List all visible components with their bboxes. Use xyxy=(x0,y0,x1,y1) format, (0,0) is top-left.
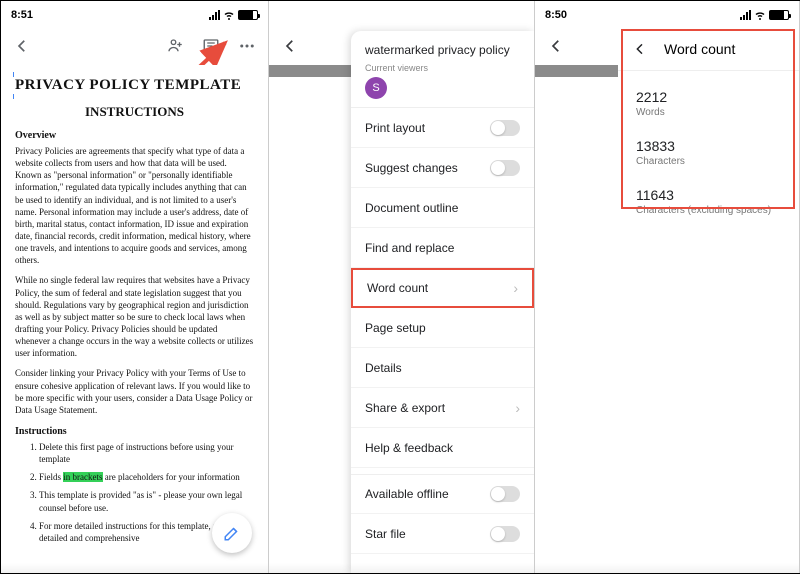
back-icon[interactable] xyxy=(281,37,299,55)
menu-page-setup[interactable]: Page setup xyxy=(351,308,534,348)
word-count-panel: Word count 2212 Words 13833 Characters 1… xyxy=(618,27,799,573)
bottom-sheet: watermarked privacy policy Current viewe… xyxy=(351,31,534,573)
wifi-icon xyxy=(223,9,235,21)
clock: 8:50 xyxy=(545,9,567,21)
wc-characters: 13833 Characters xyxy=(618,128,799,177)
clock: 8:51 xyxy=(11,9,33,21)
menu-document-outline[interactable]: Document outline xyxy=(351,188,534,228)
comment-icon[interactable] xyxy=(202,37,220,55)
doc-subtitle: INSTRUCTIONS xyxy=(15,104,254,120)
avatar[interactable]: S xyxy=(365,77,387,99)
edit-fab[interactable] xyxy=(212,513,252,553)
list-item: This template is provided "as is" - plea… xyxy=(39,489,254,513)
toggle-icon[interactable] xyxy=(490,486,520,502)
menu-available-offline[interactable]: Available offline xyxy=(351,474,534,514)
instructions-heading: Instructions xyxy=(15,426,254,437)
menu-print-layout[interactable]: Print layout xyxy=(351,108,534,148)
list-item: Fields in brackets are placeholders for … xyxy=(39,471,254,483)
chevron-right-icon: › xyxy=(513,280,518,296)
menu-star-file[interactable]: Star file xyxy=(351,514,534,554)
toggle-icon[interactable] xyxy=(490,526,520,542)
toggle-icon[interactable] xyxy=(490,120,520,136)
highlight: in brackets xyxy=(63,472,102,482)
sheet-title: watermarked privacy policy xyxy=(351,31,534,63)
add-user-icon[interactable] xyxy=(166,37,184,55)
wc-words: 2212 Words xyxy=(618,79,799,128)
battery-icon xyxy=(769,10,789,20)
chevron-right-icon: › xyxy=(515,400,520,416)
menu-find-replace[interactable]: Find and replace xyxy=(351,228,534,268)
menu-suggest-changes[interactable]: Suggest changes xyxy=(351,148,534,188)
signal-icon xyxy=(740,10,751,20)
more-icon[interactable] xyxy=(238,37,256,55)
overview-p2: While no single federal law requires tha… xyxy=(15,274,254,359)
back-icon[interactable] xyxy=(547,37,565,55)
menu-word-count[interactable]: Word count› xyxy=(351,268,534,308)
overview-p3: Consider linking your Privacy Policy wit… xyxy=(15,367,254,416)
menu-help-feedback[interactable]: Help & feedback xyxy=(351,428,534,468)
battery-icon xyxy=(238,10,258,20)
document-content: PRIVACY POLICY TEMPLATE INSTRUCTIONS Ove… xyxy=(1,65,268,573)
menu-details[interactable]: Details xyxy=(351,348,534,388)
wc-characters-nospace: 11643 Characters (excluding spaces) xyxy=(618,177,799,226)
doc-title: PRIVACY POLICY TEMPLATE xyxy=(15,77,254,94)
menu-share-export[interactable]: Share & export› xyxy=(351,388,534,428)
status-right xyxy=(209,9,258,21)
back-icon[interactable] xyxy=(632,40,648,58)
overview-heading: Overview xyxy=(15,130,254,141)
toggle-icon[interactable] xyxy=(490,160,520,176)
back-icon[interactable] xyxy=(13,37,31,55)
overview-p1: Privacy Policies are agreements that spe… xyxy=(15,145,254,266)
wifi-icon xyxy=(754,9,766,21)
viewers-label: Current viewers xyxy=(365,63,520,73)
signal-icon xyxy=(209,10,220,20)
status-right xyxy=(740,9,789,21)
list-item: Delete this first page of instructions b… xyxy=(39,441,254,465)
wc-title: Word count xyxy=(664,41,735,57)
